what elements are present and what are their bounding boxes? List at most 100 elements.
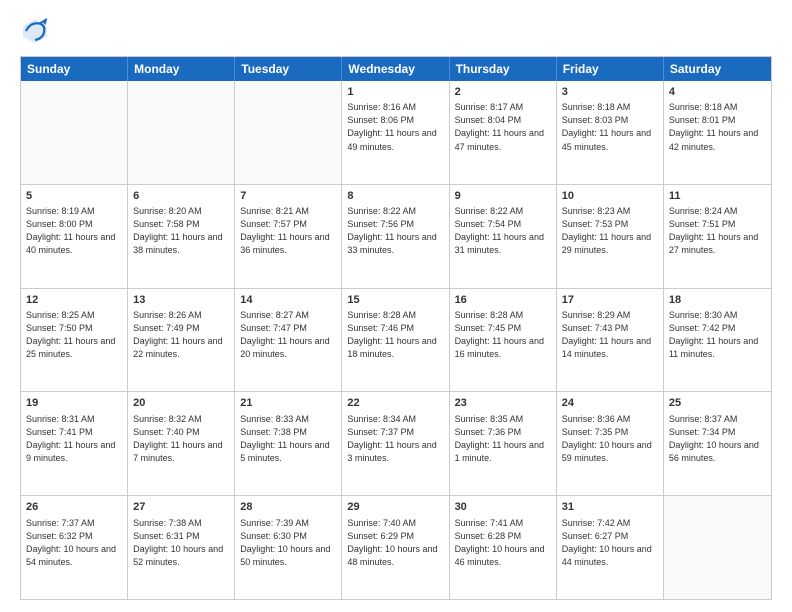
calendar-cell-empty	[21, 81, 128, 184]
calendar-row-1: 1Sunrise: 8:16 AM Sunset: 8:06 PM Daylig…	[21, 81, 771, 184]
cell-daylight-info: Sunrise: 8:28 AM Sunset: 7:45 PM Dayligh…	[455, 309, 551, 361]
cell-daylight-info: Sunrise: 8:27 AM Sunset: 7:47 PM Dayligh…	[240, 309, 336, 361]
calendar-row-4: 19 Sunrise: 8:31 AM Sunset: 7:41 PM Dayli…	[21, 391, 771, 495]
day-number: 6	[133, 189, 229, 204]
day-number: 17	[562, 293, 658, 308]
cell-daylight-info: Sunrise: 8:31 AM Sunset: 7:41 PM Dayligh…	[26, 413, 122, 465]
calendar-cell-day-13: 13Sunrise: 8:26 AM Sunset: 7:49 PM Dayli…	[128, 289, 235, 392]
calendar-cell-day-24: 24Sunrise: 8:36 AM Sunset: 7:35 PM Dayli…	[557, 392, 664, 495]
calendar-row-2: 5Sunrise: 8:19 AM Sunset: 8:00 PM Daylig…	[21, 184, 771, 288]
header-day-tuesday: Tuesday	[235, 57, 342, 81]
cell-daylight-info: Sunrise: 8:20 AM Sunset: 7:58 PM Dayligh…	[133, 205, 229, 257]
cell-daylight-info: Sunrise: 7:40 AM Sunset: 6:29 PM Dayligh…	[347, 517, 443, 569]
day-number: 15	[347, 293, 443, 308]
cell-daylight-info: Sunrise: 8:18 AM Sunset: 8:01 PM Dayligh…	[669, 101, 766, 153]
calendar-header: SundayMondayTuesdayWednesdayThursdayFrid…	[21, 57, 771, 81]
cell-daylight-info: Sunrise: 8:35 AM Sunset: 7:36 PM Dayligh…	[455, 413, 551, 465]
day-number: 26	[26, 500, 122, 515]
calendar-cell-day-10: 10Sunrise: 8:23 AM Sunset: 7:53 PM Dayli…	[557, 185, 664, 288]
day-number: 28	[240, 500, 336, 515]
logo-icon	[20, 16, 50, 46]
cell-daylight-info: Sunrise: 8:28 AM Sunset: 7:46 PM Dayligh…	[347, 309, 443, 361]
day-number: 9	[455, 189, 551, 204]
calendar-cell-day-14: 14Sunrise: 8:27 AM Sunset: 7:47 PM Dayli…	[235, 289, 342, 392]
day-number: 27	[133, 500, 229, 515]
calendar-cell-day-7: 7Sunrise: 8:21 AM Sunset: 7:57 PM Daylig…	[235, 185, 342, 288]
cell-daylight-info: Sunrise: 8:16 AM Sunset: 8:06 PM Dayligh…	[347, 101, 443, 153]
day-number: 31	[562, 500, 658, 515]
day-number: 12	[26, 293, 122, 308]
calendar-row-5: 26 Sunrise: 7:37 AM Sunset: 6:32 PM Dayli…	[21, 495, 771, 599]
calendar-cell-day-30: 30 Sunrise: 7:41 AM Sunset: 6:28 PM Dayli…	[450, 496, 557, 599]
cell-daylight-info: Sunrise: 8:24 AM Sunset: 7:51 PM Dayligh…	[669, 205, 766, 257]
cell-daylight-info: Sunrise: 8:37 AM Sunset: 7:34 PM Dayligh…	[669, 413, 766, 465]
cell-daylight-info: Sunrise: 8:22 AM Sunset: 7:54 PM Dayligh…	[455, 205, 551, 257]
cell-daylight-info: Sunrise: 8:17 AM Sunset: 8:04 PM Dayligh…	[455, 101, 551, 153]
cell-daylight-info: Sunrise: 8:29 AM Sunset: 7:43 PM Dayligh…	[562, 309, 658, 361]
day-number: 2	[455, 85, 551, 100]
cell-daylight-info: Sunrise: 7:39 AM Sunset: 6:30 PM Dayligh…	[240, 517, 336, 569]
calendar-cell-day-28: 28 Sunrise: 7:39 AM Sunset: 6:30 PM Dayli…	[235, 496, 342, 599]
day-number: 1	[347, 85, 443, 100]
cell-daylight-info: Sunrise: 8:23 AM Sunset: 7:53 PM Dayligh…	[562, 205, 658, 257]
header-day-monday: Monday	[128, 57, 235, 81]
calendar-cell-empty	[235, 81, 342, 184]
cell-daylight-info: Sunrise: 8:25 AM Sunset: 7:50 PM Dayligh…	[26, 309, 122, 361]
calendar-cell-day-4: 4Sunrise: 8:18 AM Sunset: 8:01 PM Daylig…	[664, 81, 771, 184]
day-number: 30	[455, 500, 551, 515]
day-number: 18	[669, 293, 766, 308]
day-number: 4	[669, 85, 766, 100]
cell-daylight-info: Sunrise: 8:32 AM Sunset: 7:40 PM Dayligh…	[133, 413, 229, 465]
day-number: 14	[240, 293, 336, 308]
cell-daylight-info: Sunrise: 8:33 AM Sunset: 7:38 PM Dayligh…	[240, 413, 336, 465]
calendar-cell-day-8: 8Sunrise: 8:22 AM Sunset: 7:56 PM Daylig…	[342, 185, 449, 288]
day-number: 23	[455, 396, 551, 411]
cell-daylight-info: Sunrise: 8:18 AM Sunset: 8:03 PM Dayligh…	[562, 101, 658, 153]
calendar-cell-empty	[128, 81, 235, 184]
calendar-cell-day-26: 26 Sunrise: 7:37 AM Sunset: 6:32 PM Dayli…	[21, 496, 128, 599]
day-number: 24	[562, 396, 658, 411]
calendar-cell-day-20: 20 Sunrise: 8:32 AM Sunset: 7:40 PM Dayli…	[128, 392, 235, 495]
cell-daylight-info: Sunrise: 7:42 AM Sunset: 6:27 PM Dayligh…	[562, 517, 658, 569]
day-number: 29	[347, 500, 443, 515]
calendar-grid: SundayMondayTuesdayWednesdayThursdayFrid…	[20, 56, 772, 600]
header-day-sunday: Sunday	[21, 57, 128, 81]
day-number: 16	[455, 293, 551, 308]
cell-daylight-info: Sunrise: 8:22 AM Sunset: 7:56 PM Dayligh…	[347, 205, 443, 257]
cell-daylight-info: Sunrise: 8:34 AM Sunset: 7:37 PM Dayligh…	[347, 413, 443, 465]
day-number: 7	[240, 189, 336, 204]
calendar-cell-day-1: 1Sunrise: 8:16 AM Sunset: 8:06 PM Daylig…	[342, 81, 449, 184]
calendar-cell-day-29: 29 Sunrise: 7:40 AM Sunset: 6:29 PM Dayli…	[342, 496, 449, 599]
day-number: 19	[26, 396, 122, 411]
calendar-row-3: 12Sunrise: 8:25 AM Sunset: 7:50 PM Dayli…	[21, 288, 771, 392]
cell-daylight-info: Sunrise: 7:37 AM Sunset: 6:32 PM Dayligh…	[26, 517, 122, 569]
day-number: 3	[562, 85, 658, 100]
calendar-cell-day-5: 5Sunrise: 8:19 AM Sunset: 8:00 PM Daylig…	[21, 185, 128, 288]
calendar-cell-day-3: 3Sunrise: 8:18 AM Sunset: 8:03 PM Daylig…	[557, 81, 664, 184]
header-day-friday: Friday	[557, 57, 664, 81]
calendar-cell-day-6: 6Sunrise: 8:20 AM Sunset: 7:58 PM Daylig…	[128, 185, 235, 288]
header-day-saturday: Saturday	[664, 57, 771, 81]
calendar-cell-day-12: 12Sunrise: 8:25 AM Sunset: 7:50 PM Dayli…	[21, 289, 128, 392]
day-number: 20	[133, 396, 229, 411]
calendar-cell-day-25: 25 Sunrise: 8:37 AM Sunset: 7:34 PM Dayli…	[664, 392, 771, 495]
calendar-body: 1Sunrise: 8:16 AM Sunset: 8:06 PM Daylig…	[21, 81, 771, 599]
calendar-cell-day-9: 9Sunrise: 8:22 AM Sunset: 7:54 PM Daylig…	[450, 185, 557, 288]
calendar-page: SundayMondayTuesdayWednesdayThursdayFrid…	[0, 0, 792, 612]
header-day-wednesday: Wednesday	[342, 57, 449, 81]
calendar-cell-day-11: 11Sunrise: 8:24 AM Sunset: 7:51 PM Dayli…	[664, 185, 771, 288]
cell-daylight-info: Sunrise: 7:41 AM Sunset: 6:28 PM Dayligh…	[455, 517, 551, 569]
cell-daylight-info: Sunrise: 7:38 AM Sunset: 6:31 PM Dayligh…	[133, 517, 229, 569]
cell-daylight-info: Sunrise: 8:26 AM Sunset: 7:49 PM Dayligh…	[133, 309, 229, 361]
calendar-cell-day-31: 31 Sunrise: 7:42 AM Sunset: 6:27 PM Dayli…	[557, 496, 664, 599]
day-number: 21	[240, 396, 336, 411]
calendar-cell-day-17: 17Sunrise: 8:29 AM Sunset: 7:43 PM Dayli…	[557, 289, 664, 392]
calendar-cell-day-27: 27 Sunrise: 7:38 AM Sunset: 6:31 PM Dayli…	[128, 496, 235, 599]
day-number: 10	[562, 189, 658, 204]
cell-daylight-info: Sunrise: 8:21 AM Sunset: 7:57 PM Dayligh…	[240, 205, 336, 257]
calendar-cell-day-16: 16Sunrise: 8:28 AM Sunset: 7:45 PM Dayli…	[450, 289, 557, 392]
calendar-cell-empty	[664, 496, 771, 599]
calendar-cell-day-15: 15Sunrise: 8:28 AM Sunset: 7:46 PM Dayli…	[342, 289, 449, 392]
day-number: 25	[669, 396, 766, 411]
calendar-cell-day-23: 23 Sunrise: 8:35 AM Sunset: 7:36 PM Dayli…	[450, 392, 557, 495]
